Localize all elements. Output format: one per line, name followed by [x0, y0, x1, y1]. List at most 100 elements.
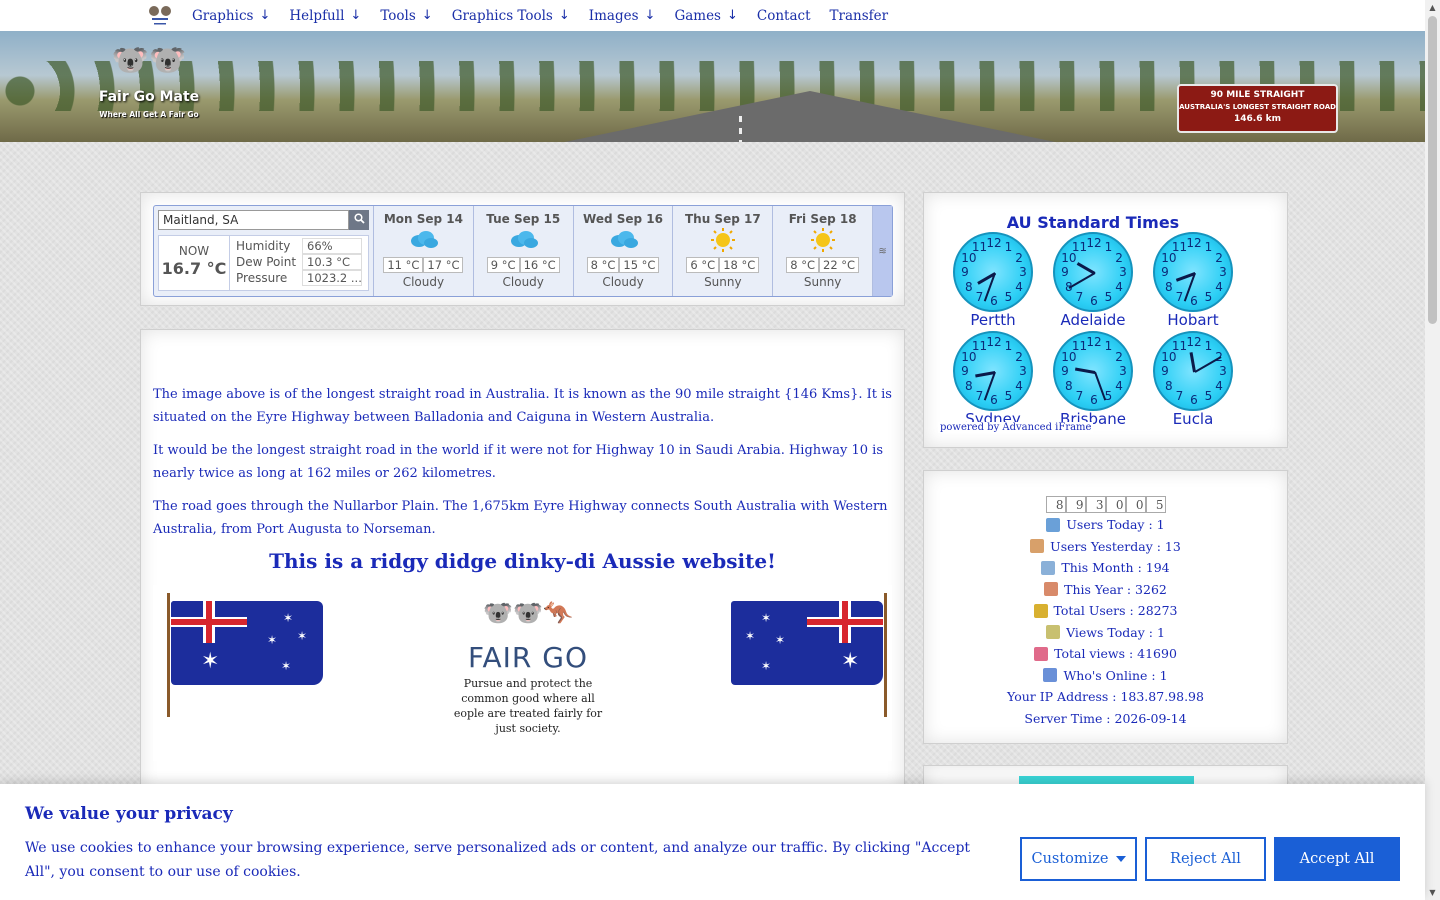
weather-expand-tab[interactable]: ≋ — [873, 206, 893, 296]
fair-go-text: Pursue and protect the common good where… — [453, 677, 603, 735]
clock-numeral: 6 — [1090, 393, 1098, 407]
user-icon — [1043, 668, 1058, 683]
clock-numeral: 9 — [961, 364, 969, 378]
scroll-thumb[interactable] — [1428, 16, 1437, 324]
clocks-title: AU Standard Times — [1006, 213, 1180, 232]
clock-city-label: Eucla — [1172, 410, 1214, 428]
page-scrollbar[interactable]: ▲ ▼ — [1425, 0, 1440, 900]
clock-city-label: Pertth — [970, 311, 1016, 329]
nav-transfer[interactable]: Transfer — [830, 8, 889, 24]
visitor-stats-panel: 8 9 3 0 0 5 Users Today : 1 Users Yesterd… — [923, 470, 1288, 744]
fair-go-logo: 🐨🐨🦘 FAIR GO Pursue and protect the commo… — [450, 595, 606, 736]
stat-text: Total Users : 28273 — [1053, 603, 1178, 619]
main-content: The image above is of the longest straig… — [140, 329, 905, 799]
stat-row: Views Today : 1 — [924, 622, 1287, 644]
clock-numeral: 3 — [1219, 364, 1227, 378]
clock-numeral: 12 — [1086, 236, 1102, 250]
stat-row: Users Yesterday : 13 — [924, 536, 1287, 558]
clock-numeral: 5 — [1204, 389, 1213, 404]
intro-paragraph-1: The image above is of the longest straig… — [153, 387, 892, 425]
stat-text: This Year : 3262 — [1064, 581, 1167, 597]
weather-panel: NOW 16.7 °C Humidity66% Dew Point10.3 °C… — [140, 192, 905, 306]
weather-widget: NOW 16.7 °C Humidity66% Dew Point10.3 °C… — [153, 205, 893, 297]
powered-by-link[interactable]: powered by Advanced iFrame — [938, 422, 1094, 433]
clock-numeral: 3 — [1019, 265, 1027, 279]
intro-paragraph-3: The road goes through the Nullarbor Plai… — [153, 499, 888, 537]
bar-chart-icon — [1033, 603, 1048, 618]
clock-numeral: 9 — [1061, 364, 1069, 378]
clock-numeral: 3 — [1019, 364, 1027, 378]
nav-graphics[interactable]: Graphics ↓ — [192, 8, 270, 24]
nav-tools[interactable]: Tools ↓ — [380, 8, 432, 24]
intro-paragraph-2: It would be the longest straight road in… — [153, 443, 884, 481]
now-label: NOW — [178, 244, 210, 258]
clock-numeral: 12 — [1086, 335, 1102, 349]
clock-numeral: 3 — [1119, 364, 1127, 378]
nav-graphics-tools[interactable]: Graphics Tools ↓ — [452, 8, 570, 24]
brand-tagline: Where All Get A Fair Go — [99, 110, 199, 119]
calendar-icon — [1046, 625, 1061, 640]
sign-line-2: AUSTRALIA'S LONGEST STRAIGHT ROAD — [1179, 103, 1336, 111]
customize-button[interactable]: Customize — [1020, 837, 1137, 881]
clock-numeral: 8 — [965, 378, 973, 393]
sun-icon — [773, 228, 872, 254]
clock-numeral: 12 — [986, 335, 1002, 349]
analog-clock: 123456789101112 — [1153, 331, 1233, 411]
clock-numeral: 6 — [1190, 393, 1198, 407]
brand-logo[interactable]: 🐨🐨 Fair Go Mate Where All Get A Fair Go — [98, 41, 200, 119]
scroll-down-icon[interactable]: ▼ — [1425, 885, 1440, 900]
server-time: Server Time : 2026-09-14 — [1024, 710, 1187, 726]
clock-numeral: 9 — [1161, 265, 1169, 279]
clock-numeral: 12 — [1186, 236, 1202, 250]
banner-road-line — [739, 116, 742, 142]
analog-clock: 123456789101112 — [1153, 232, 1233, 312]
current-stats: Humidity 66% Dew Point 10.3 °C Pressure 102… — [230, 236, 368, 290]
scroll-up-icon[interactable]: ▲ — [1425, 0, 1440, 15]
humidity-value: 66% — [302, 238, 362, 254]
clock-numeral: 9 — [1161, 364, 1169, 378]
search-icon — [353, 213, 365, 227]
analog-clock: 123456789101112 — [1053, 232, 1133, 312]
clock-numeral: 9 — [961, 265, 969, 279]
bar-chart-icon — [1034, 646, 1049, 661]
stat-rows: Users Today : 1 Users Yesterday : 13 This … — [924, 514, 1287, 686]
cloud-icon — [374, 228, 473, 254]
clock-numeral: 2 — [1115, 250, 1123, 265]
clock-numeral: 2 — [1015, 250, 1023, 265]
clock-numeral: 6 — [990, 294, 998, 308]
arrow-down-icon: ↓ — [727, 8, 738, 23]
clock-numeral: 8 — [1065, 378, 1073, 393]
counter-digit: 3 — [1085, 496, 1106, 513]
clock-numeral: 5 — [1004, 290, 1013, 305]
clock-numeral: 9 — [1061, 265, 1069, 279]
cookie-consent-bar: We value your privacy We use cookies to … — [0, 784, 1425, 900]
stat-text: This Month : 194 — [1061, 560, 1170, 576]
search-button[interactable] — [349, 210, 369, 230]
ip-address: Your IP Address : 183.87.98.98 — [1007, 689, 1204, 705]
stat-row: Users Today : 1 — [924, 514, 1287, 536]
clock-numeral: 5 — [1004, 389, 1013, 404]
nav-contact[interactable]: Contact — [757, 8, 811, 24]
road-sign: 90 MILE STRAIGHT AUSTRALIA'S LONGEST STR… — [1177, 84, 1338, 133]
arrow-down-icon: ↓ — [421, 8, 433, 23]
site-logo-icon[interactable] — [146, 3, 174, 29]
location-input[interactable] — [158, 210, 349, 230]
nav-images[interactable]: Images ↓ — [589, 8, 656, 24]
flags-banner: ✶ ✶ ✶ ✶ ✶ 🐨🐨🦘 FAIR GO Pursue and protect… — [153, 585, 892, 761]
top-navigation: Graphics ↓ Helpfull ↓ Tools ↓ Graphics Tool… — [0, 0, 1425, 31]
cloud-icon — [474, 228, 573, 254]
accept-all-button[interactable]: Accept All — [1274, 837, 1400, 881]
nav-helpfull[interactable]: Helpfull ↓ — [289, 8, 361, 24]
stat-row: Total views : 41690 — [924, 643, 1287, 665]
nav-games[interactable]: Games ↓ — [674, 8, 737, 24]
reject-all-button[interactable]: Reject All — [1145, 837, 1266, 881]
koala-icon: 🐨🐨 — [111, 43, 187, 78]
arrow-down-icon: ↓ — [644, 8, 656, 23]
arrow-down-icon: ↓ — [558, 8, 570, 23]
clock-numeral: 5 — [1204, 290, 1213, 305]
stat-row: This Year : 3262 — [924, 579, 1287, 601]
stat-text: Total views : 41690 — [1054, 646, 1177, 662]
calendar-icon — [1044, 582, 1059, 597]
forecast-day: Tue Sep 15 9 °C 16 °C Cloudy — [474, 206, 574, 296]
dew-point-value: 10.3 °C — [302, 254, 362, 270]
